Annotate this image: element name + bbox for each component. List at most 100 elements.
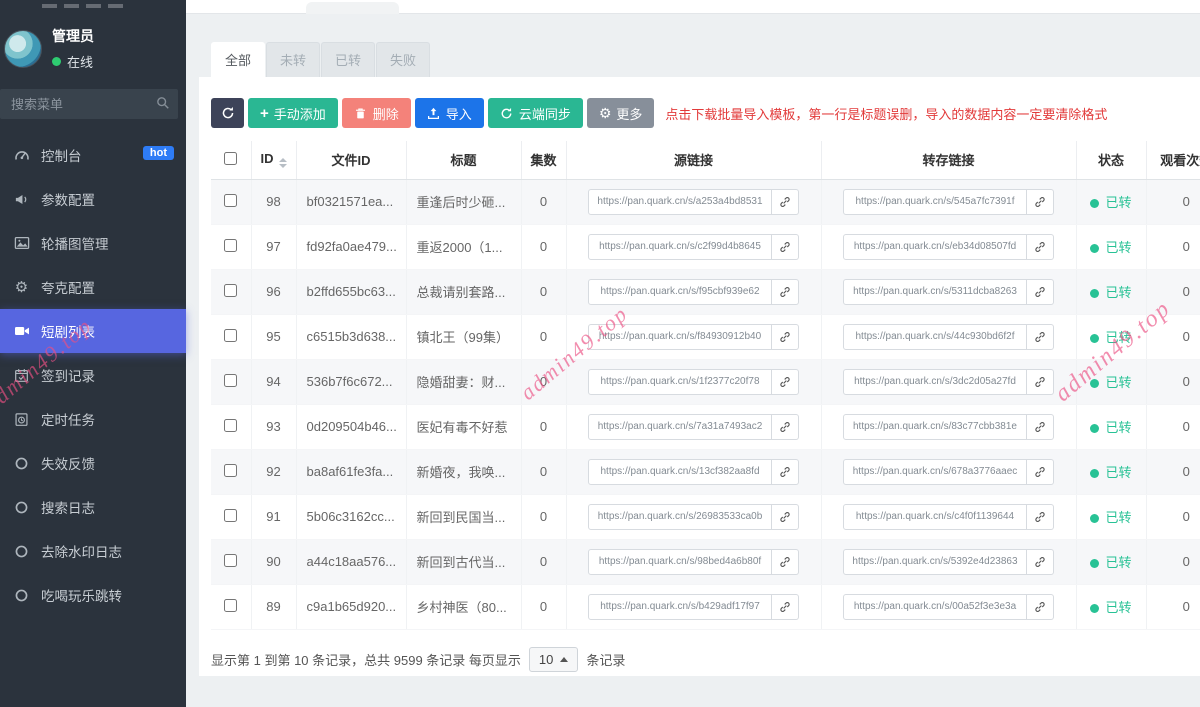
table-row: 90 a44c18aa576... 新回到古代当... 0 已转 0	[211, 539, 1200, 584]
copy-link-button[interactable]	[1027, 504, 1054, 530]
row-transfer-cell	[821, 404, 1076, 449]
sidebar-item-1[interactable]: 参数配置	[0, 177, 186, 221]
pagination: 显示第 1 到第 10 条记录，总共 9599 条记录 每页显示 10 条记录	[211, 647, 1200, 672]
cloud-sync-button[interactable]: 云端同步	[488, 98, 583, 128]
copy-link-button[interactable]	[1027, 279, 1054, 305]
table-row: 91 5b06c3162cc... 新回到民国当... 0 已转 0	[211, 494, 1200, 539]
copy-link-button[interactable]	[772, 369, 799, 395]
sidebar-item-label: 去除水印日志	[41, 541, 122, 561]
row-episodes: 0	[521, 449, 566, 494]
sidebar-item-5[interactable]: 签到记录	[0, 353, 186, 397]
row-views: 0	[1146, 179, 1200, 224]
sidebar-item-2[interactable]: 轮播图管理	[0, 221, 186, 265]
copy-link-button[interactable]	[772, 279, 799, 305]
copy-link-button[interactable]	[1027, 414, 1054, 440]
transfer-link-input[interactable]	[843, 324, 1027, 350]
source-link-input[interactable]	[588, 234, 772, 260]
select-all-checkbox[interactable]	[224, 152, 237, 165]
copy-link-button[interactable]	[1027, 549, 1054, 575]
chain-link-icon	[1034, 466, 1046, 478]
sidebar-item-6[interactable]: 定时任务	[0, 397, 186, 441]
sidebar-item-0[interactable]: 控制台hot	[0, 133, 186, 177]
copy-link-button[interactable]	[772, 189, 799, 215]
col-id[interactable]: ID	[251, 141, 296, 179]
source-link-input[interactable]	[588, 549, 772, 575]
copy-link-button[interactable]	[772, 504, 799, 530]
tab-0[interactable]: 全部	[211, 42, 265, 77]
transfer-link-input[interactable]	[843, 504, 1027, 530]
transfer-link-input[interactable]	[843, 279, 1027, 305]
row-checkbox[interactable]	[224, 419, 237, 432]
copy-link-button[interactable]	[1027, 189, 1054, 215]
sidebar-item-8[interactable]: 搜索日志	[0, 485, 186, 529]
source-link-input[interactable]	[588, 459, 772, 485]
source-link-input[interactable]	[588, 324, 772, 350]
more-button[interactable]: ⚙ 更多	[587, 98, 655, 128]
transfer-link-input[interactable]	[843, 594, 1027, 620]
sidebar-item-9[interactable]: 去除水印日志	[0, 529, 186, 573]
source-link-input[interactable]	[588, 414, 772, 440]
delete-button[interactable]: 删除	[342, 98, 411, 128]
transfer-link-input[interactable]	[843, 459, 1027, 485]
row-checkbox[interactable]	[224, 374, 237, 387]
transfer-link-input[interactable]	[843, 234, 1027, 260]
copy-link-button[interactable]	[1027, 594, 1054, 620]
copy-link-button[interactable]	[772, 594, 799, 620]
source-link-input[interactable]	[588, 504, 772, 530]
sidebar-item-4[interactable]: 短剧列表	[0, 309, 186, 353]
row-title: 隐婚甜妻：财...	[406, 359, 521, 404]
transfer-link-input[interactable]	[843, 414, 1027, 440]
transfer-link-input[interactable]	[843, 549, 1027, 575]
search-input[interactable]	[0, 89, 178, 119]
import-button[interactable]: 导入	[415, 98, 484, 128]
copy-link-button[interactable]	[1027, 369, 1054, 395]
avatar[interactable]	[4, 30, 42, 68]
page-size-select[interactable]: 10	[529, 647, 578, 672]
app-window: 管理员 在线 控制台hot参数配置轮播图管理⚙夸克配置短剧列表签到记录定时任务失…	[0, 0, 1200, 707]
table-row: 95 c6515b3d638... 镇北王（99集） 0 已转 0	[211, 314, 1200, 359]
sort-icon[interactable]	[279, 158, 287, 168]
copy-link-button[interactable]	[772, 324, 799, 350]
row-views: 0	[1146, 494, 1200, 539]
row-checkbox[interactable]	[224, 554, 237, 567]
tab-1[interactable]: 未转	[266, 42, 320, 77]
row-select-cell	[211, 269, 251, 314]
row-id: 90	[251, 539, 296, 584]
row-checkbox[interactable]	[224, 194, 237, 207]
manual-add-button[interactable]: + 手动添加	[248, 98, 338, 128]
row-status: 已转	[1076, 314, 1146, 359]
row-episodes: 0	[521, 314, 566, 359]
source-link-input[interactable]	[588, 594, 772, 620]
copy-link-button[interactable]	[772, 459, 799, 485]
row-checkbox[interactable]	[224, 284, 237, 297]
row-source-cell	[566, 269, 821, 314]
row-checkbox[interactable]	[224, 464, 237, 477]
sidebar-item-label: 控制台	[41, 145, 82, 165]
drama-table: ID 文件ID 标题 集数 源链接 转存链接 状态 观看次数 98 bf0321…	[211, 141, 1200, 630]
row-checkbox[interactable]	[224, 599, 237, 612]
sidebar-item-10[interactable]: 吃喝玩乐跳转	[0, 573, 186, 617]
row-checkbox[interactable]	[224, 329, 237, 342]
source-link-input[interactable]	[588, 189, 772, 215]
source-link-input[interactable]	[588, 369, 772, 395]
row-id: 92	[251, 449, 296, 494]
transfer-link-input[interactable]	[843, 189, 1027, 215]
copy-link-button[interactable]	[772, 414, 799, 440]
copy-link-button[interactable]	[772, 234, 799, 260]
row-checkbox[interactable]	[224, 239, 237, 252]
row-views: 0	[1146, 269, 1200, 314]
row-checkbox[interactable]	[224, 509, 237, 522]
copy-link-button[interactable]	[1027, 459, 1054, 485]
row-select-cell	[211, 224, 251, 269]
copy-link-button[interactable]	[1027, 324, 1054, 350]
row-title: 镇北王（99集）	[406, 314, 521, 359]
tab-3[interactable]: 失败	[376, 42, 430, 77]
copy-link-button[interactable]	[772, 549, 799, 575]
tab-2[interactable]: 已转	[321, 42, 375, 77]
refresh-button[interactable]	[211, 98, 244, 128]
sidebar-item-7[interactable]: 失效反馈	[0, 441, 186, 485]
sidebar-item-3[interactable]: ⚙夸克配置	[0, 265, 186, 309]
transfer-link-input[interactable]	[843, 369, 1027, 395]
source-link-input[interactable]	[588, 279, 772, 305]
copy-link-button[interactable]	[1027, 234, 1054, 260]
